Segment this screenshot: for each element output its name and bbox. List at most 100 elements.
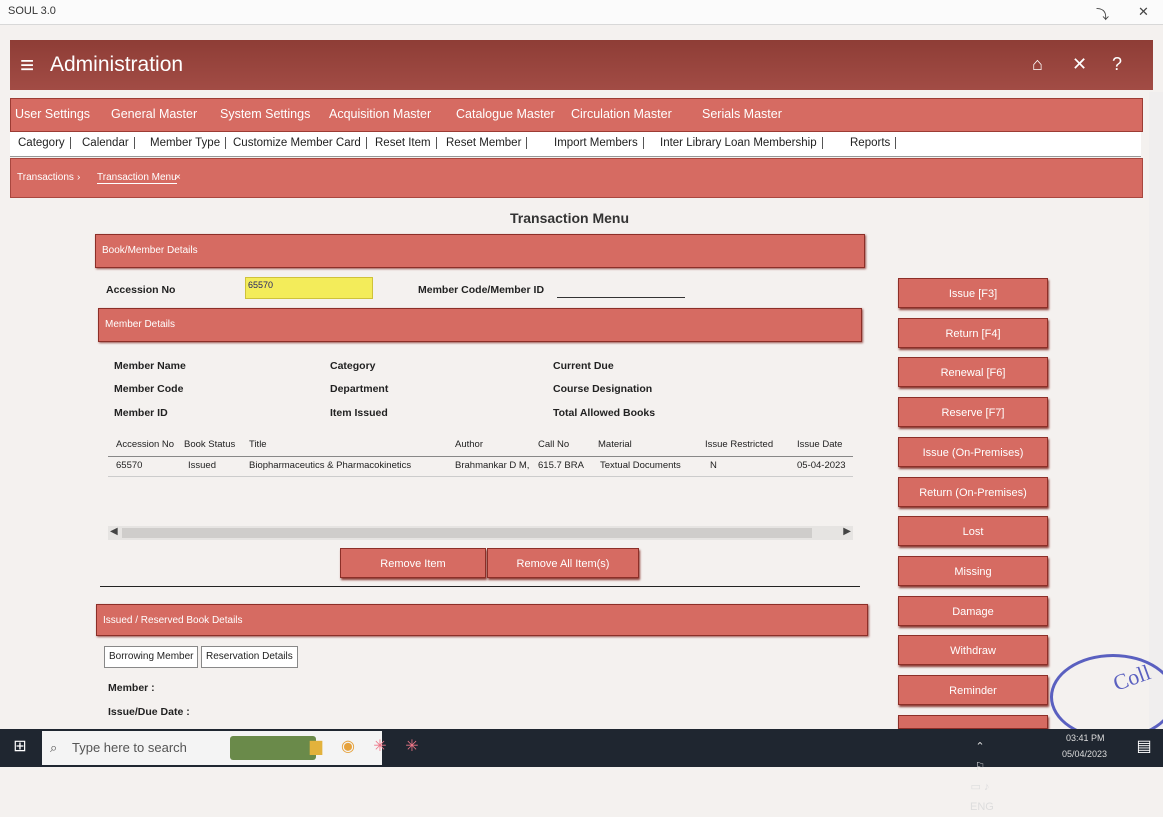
page-vertical-scrollbar[interactable] [1149,92,1163,727]
chrome-icon[interactable]: ◉ [338,737,358,757]
submenu-ill-membership[interactable]: Inter Library Loan Membership [660,137,823,149]
windows-taskbar: ⊞ ⌕ Type here to search ▆ ◉ ✳ ✳ ⌃ ⚐ ▭ ♪ … [0,729,1163,813]
menu-general-master[interactable]: General Master [111,107,197,121]
menu-catalogue-master[interactable]: Catalogue Master [456,107,555,121]
sub-menu: Category Calendar Member Type Customize … [10,132,1141,157]
menu-system-settings[interactable]: System Settings [220,107,310,121]
cell-material: Textual Documents [600,460,681,471]
scroll-right-icon[interactable]: ▶ [843,526,851,537]
close-window-icon[interactable]: ✕ [1138,4,1149,20]
total-allowed-books-label: Total Allowed Books [553,407,656,419]
col-author: Author [455,439,483,450]
accession-input[interactable]: 65570 [245,277,373,299]
soul-app-icon-2[interactable]: ✳ [402,737,422,757]
category-label: Category [330,360,376,372]
help-icon[interactable]: ? [1112,54,1122,75]
submenu-reports[interactable]: Reports [850,137,897,149]
member-label: Member : [108,682,155,694]
current-due-label: Current Due [553,360,614,372]
submenu-reset-item[interactable]: Reset Item [375,137,437,149]
menu-user-settings[interactable]: User Settings [15,107,90,121]
notifications-icon[interactable]: ▤ [1134,737,1154,757]
section-title: Issued / Reserved Book Details [103,615,243,626]
submenu-customize-member-card[interactable]: Customize Member Card [233,137,367,149]
col-book-status: Book Status [184,439,236,450]
table-horizontal-scrollbar[interactable]: ◀ ▶ [108,526,853,540]
system-tray-icons[interactable]: ⌃ ⚐ ▭ ♪ ENG [970,737,994,813]
course-designation-label: Course Designation [553,383,653,395]
col-material: Material [598,439,632,450]
main-menu: User Settings General Master System Sett… [10,98,1143,132]
submenu-reset-member[interactable]: Reset Member [446,137,528,149]
member-id-label: Member ID [114,407,168,419]
file-explorer-icon[interactable]: ▆ [306,737,326,757]
missing-button[interactable]: Missing [898,556,1048,586]
menu-serials-master[interactable]: Serials Master [702,107,782,121]
library-seal-stamp: Coll [1050,654,1163,740]
reminder-button[interactable]: Reminder [898,675,1048,705]
search-highlight-image [230,736,316,760]
reserve-button[interactable]: Reserve [F7] [898,397,1048,427]
window-title: SOUL 3.0 [8,5,56,17]
cell-author: Brahmankar D M, [455,460,530,471]
cell-accession-no: 65570 [116,460,143,471]
issue-due-date-label: Issue/Due Date : [108,706,190,718]
submenu-import-members[interactable]: Import Members [554,137,644,149]
home-icon[interactable]: ⌂ [1032,54,1043,75]
lost-button[interactable]: Lost [898,516,1048,546]
cell-issue-date: 05-04-2023 [797,460,846,471]
tab-borrowing-member[interactable]: Borrowing Member [104,646,199,668]
close-tab-icon[interactable]: × [175,172,181,183]
return-button[interactable]: Return [F4] [898,318,1048,348]
search-icon: ⌕ [50,740,58,755]
hamburger-menu-icon[interactable]: ≡ [20,52,34,80]
breadcrumb: Transactions › Transaction Menu × [10,158,1143,198]
member-name-label: Member Name [114,360,186,372]
section-title: Member Details [105,319,176,330]
table-header-divider [108,456,853,457]
restore-icon[interactable]: ⤵ [1096,4,1109,23]
scrollbar-thumb[interactable] [122,528,812,538]
close-icon[interactable]: ✕ [1072,54,1087,75]
page-title: Transaction Menu [510,210,630,226]
return-on-premises-button[interactable]: Return (On-Premises) [898,477,1048,507]
clock-date: 05/04/2023 [1062,749,1108,759]
tab-reservation-details[interactable]: Reservation Details [201,646,298,668]
item-issued-label: Item Issued [330,407,388,419]
remove-all-items-button[interactable]: Remove All Item(s) [487,548,639,578]
submenu-member-type[interactable]: Member Type [150,137,227,149]
breadcrumb-separator-icon: › [77,172,81,183]
accession-label: Accession No [106,284,176,296]
taskbar-search-input[interactable]: ⌕ Type here to search [42,731,382,765]
search-placeholder: Type here to search [72,740,187,755]
app-title: Administration [50,53,184,76]
damage-button[interactable]: Damage [898,596,1048,626]
member-code-input[interactable] [557,297,685,298]
col-issue-restricted: Issue Restricted [705,439,774,450]
member-code-label: Member Code/Member ID [418,284,545,296]
submenu-category[interactable]: Category [18,137,71,149]
issue-on-premises-button[interactable]: Issue (On-Premises) [898,437,1048,467]
issue-button[interactable]: Issue [F3] [898,278,1048,308]
issued-reserved-header: Issued / Reserved Book Details [96,604,868,636]
windows-start-icon[interactable]: ⊞ [10,737,30,757]
renewal-button[interactable]: Renewal [F6] [898,357,1048,387]
breadcrumb-transaction-menu[interactable]: Transaction Menu [97,172,177,184]
menu-acquisition-master[interactable]: Acquisition Master [329,107,431,121]
cell-issue-restricted: N [710,460,717,471]
breadcrumb-transactions[interactable]: Transactions [17,172,74,183]
remove-item-button[interactable]: Remove Item [340,548,486,578]
member-code-field-label: Member Code [114,383,184,395]
next-action-button[interactable] [898,715,1048,729]
submenu-calendar[interactable]: Calendar [82,137,135,149]
section-divider [100,586,860,587]
soul-app-icon[interactable]: ✳ [370,737,390,757]
scroll-left-icon[interactable]: ◀ [110,526,118,537]
app-header: ≡ Administration ⌂ ✕ ? [10,40,1153,90]
window-titlebar: SOUL 3.0 ⤵ ✕ [0,0,1163,25]
col-call-no: Call No [538,439,570,450]
menu-circulation-master[interactable]: Circulation Master [571,107,672,121]
withdraw-button[interactable]: Withdraw [898,635,1048,665]
col-issue-date: Issue Date [797,439,843,450]
clock-time: 03:41 PM [1066,733,1105,743]
